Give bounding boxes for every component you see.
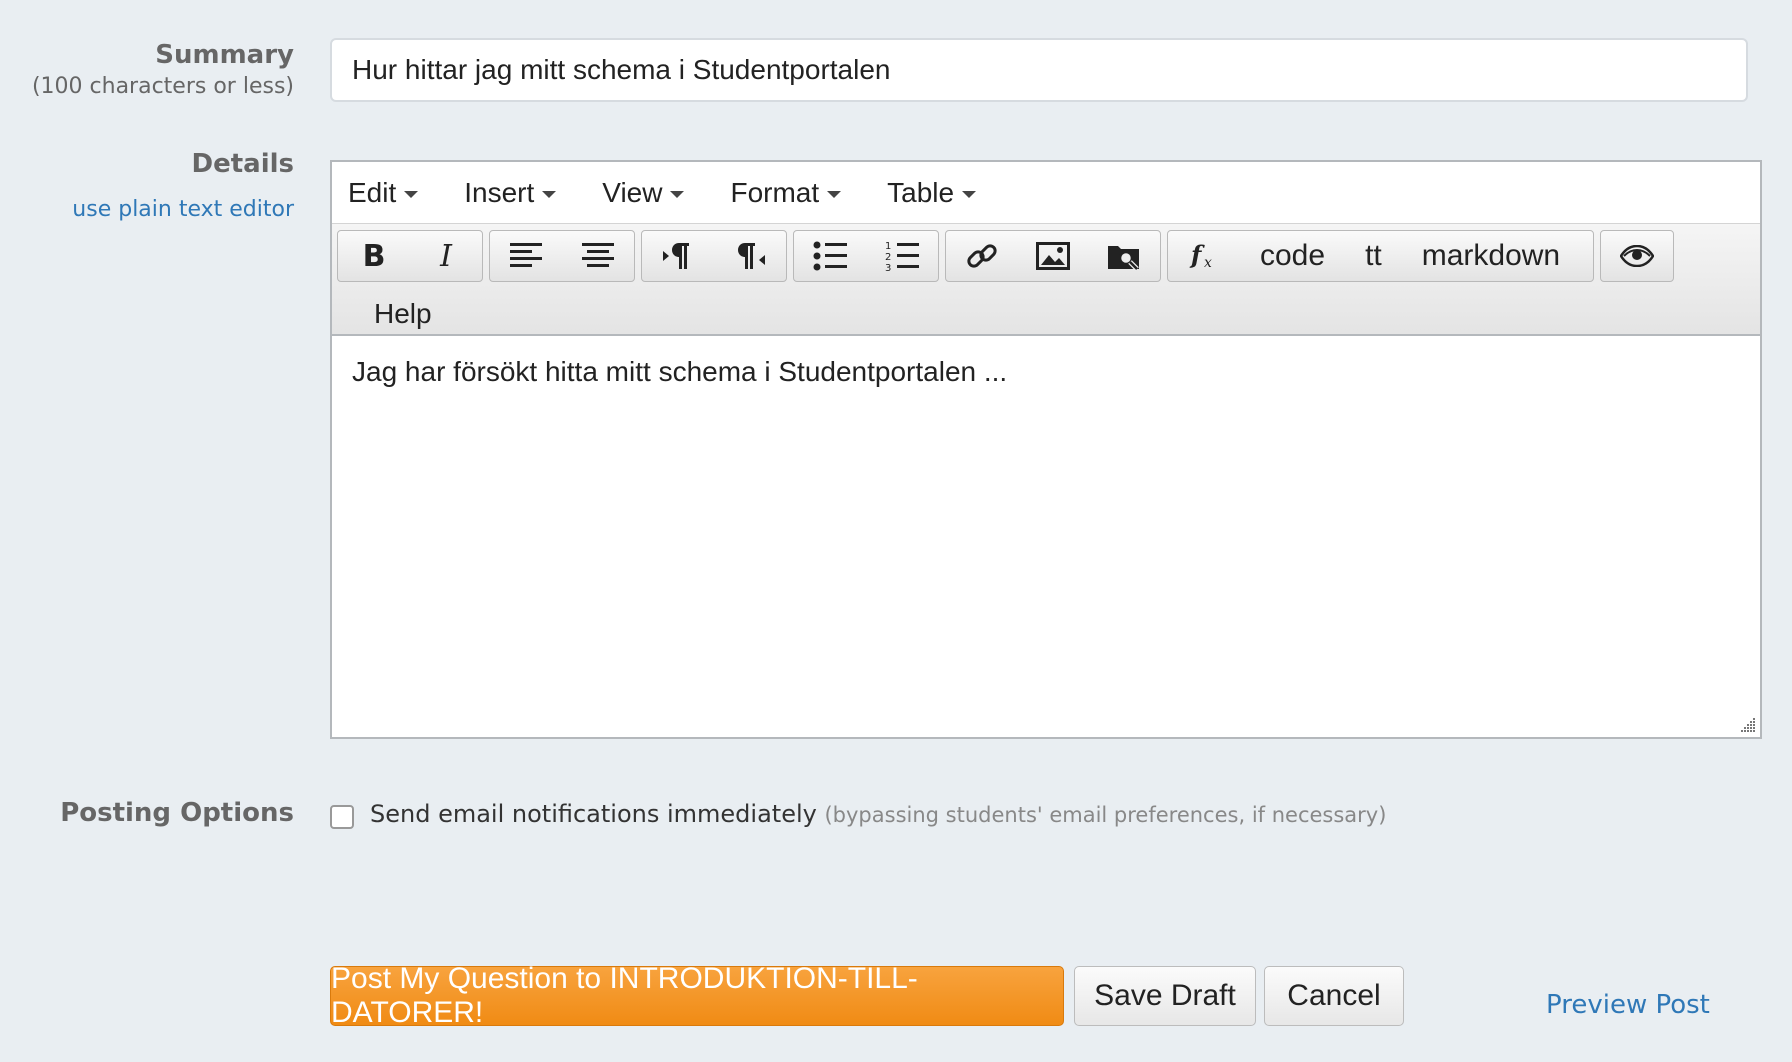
email-notify-text: Send email notifications immediately — [370, 800, 817, 828]
menu-format-label: Format — [730, 176, 820, 208]
caret-down-icon — [827, 191, 842, 198]
svg-text:3: 3 — [885, 263, 891, 272]
email-notify-hint: (bypassing students' email preferences, … — [824, 803, 1387, 827]
preview-group — [1600, 230, 1674, 282]
numbered-list-button[interactable]: 123 — [866, 231, 938, 281]
email-notify-label[interactable]: Send email notifications immediately (by… — [370, 800, 1386, 828]
help-button[interactable]: Help — [374, 298, 432, 330]
svg-text:x: x — [1204, 255, 1212, 271]
formula-button[interactable]: fx — [1168, 231, 1240, 281]
editor-content-area[interactable]: Jag har försökt hitta mitt schema i Stud… — [332, 336, 1760, 737]
image-icon — [1035, 242, 1070, 270]
align-left-button[interactable] — [490, 231, 562, 281]
browse-files-button[interactable] — [1089, 231, 1160, 281]
link-button[interactable] — [946, 231, 1017, 281]
menu-format[interactable]: Format — [730, 176, 842, 209]
preview-toggle-button[interactable] — [1601, 231, 1673, 281]
menu-edit[interactable]: Edit — [348, 176, 419, 209]
svg-text:f: f — [1189, 241, 1205, 269]
details-label: Details — [191, 149, 295, 179]
email-notify-checkbox[interactable] — [330, 805, 354, 829]
numbered-list-icon: 123 — [885, 241, 919, 272]
svg-text:2: 2 — [885, 252, 891, 263]
summary-label: Summary — [155, 40, 294, 70]
align-group — [489, 230, 635, 282]
image-button[interactable] — [1017, 231, 1088, 281]
eye-icon — [1620, 245, 1654, 267]
menu-insert[interactable]: Insert — [464, 176, 557, 209]
direction-group — [641, 230, 787, 282]
align-center-icon — [582, 243, 614, 267]
save-draft-button[interactable]: Save Draft — [1074, 966, 1256, 1026]
bold-button[interactable]: B — [338, 231, 410, 281]
caret-down-icon — [404, 191, 419, 198]
list-group: 123 — [793, 230, 939, 282]
code-group: fx code tt markdown — [1167, 230, 1594, 282]
ltr-button[interactable] — [642, 231, 714, 281]
posting-options-label-group: Posting Options — [0, 798, 294, 828]
editor-body-text: Jag har försökt hitta mitt schema i Stud… — [352, 356, 1008, 387]
bullet-list-button[interactable] — [794, 231, 866, 281]
menu-table[interactable]: Table — [887, 176, 977, 209]
details-label-group: Details use plain text editor — [0, 149, 294, 222]
menu-table-label: Table — [887, 176, 955, 208]
rtl-button[interactable] — [714, 231, 786, 281]
bullet-list-icon — [813, 241, 847, 271]
summary-label-group: Summary (100 characters or less) — [0, 40, 294, 99]
preview-post-link[interactable]: Preview Post — [1546, 990, 1710, 1020]
summary-hint: (100 characters or less) — [31, 74, 294, 99]
cancel-button[interactable]: Cancel — [1264, 966, 1404, 1026]
resize-handle-icon[interactable] — [1738, 715, 1756, 733]
align-center-button[interactable] — [562, 231, 634, 281]
rtl-paragraph-icon — [738, 243, 765, 269]
caret-down-icon — [670, 191, 685, 198]
rich-text-editor: Edit Insert View Format Table B I 1 2 3 … — [330, 160, 1762, 739]
posting-options-label: Posting Options — [60, 798, 294, 828]
formula-icon: fx — [1189, 241, 1212, 271]
format-group: B I — [337, 230, 483, 282]
italic-button[interactable]: I — [410, 231, 482, 281]
editor-menubar: Edit Insert View Format Table — [332, 162, 1760, 224]
menu-insert-label: Insert — [464, 176, 535, 208]
tt-button[interactable]: tt — [1345, 231, 1402, 281]
insert-group — [945, 230, 1161, 282]
ltr-paragraph-icon — [663, 243, 689, 269]
plain-text-editor-link[interactable]: use plain text editor — [0, 197, 294, 222]
summary-input[interactable] — [330, 38, 1748, 102]
folder-search-icon — [1108, 246, 1140, 271]
menu-edit-label: Edit — [348, 176, 397, 208]
align-left-icon — [510, 243, 542, 267]
menu-view[interactable]: View — [602, 176, 685, 209]
markdown-button[interactable]: markdown — [1402, 231, 1580, 281]
link-icon — [967, 244, 997, 268]
editor-toolbar: B I 123 f x code tt markdown Help — [332, 224, 1760, 336]
post-question-button[interactable]: Post My Question to INTRODUKTION-TILL-DA… — [330, 962, 1064, 1029]
caret-down-icon — [962, 191, 977, 198]
menu-view-label: View — [602, 176, 663, 208]
caret-down-icon — [542, 191, 557, 198]
code-button[interactable]: code — [1240, 231, 1345, 281]
svg-text:1: 1 — [885, 241, 891, 252]
